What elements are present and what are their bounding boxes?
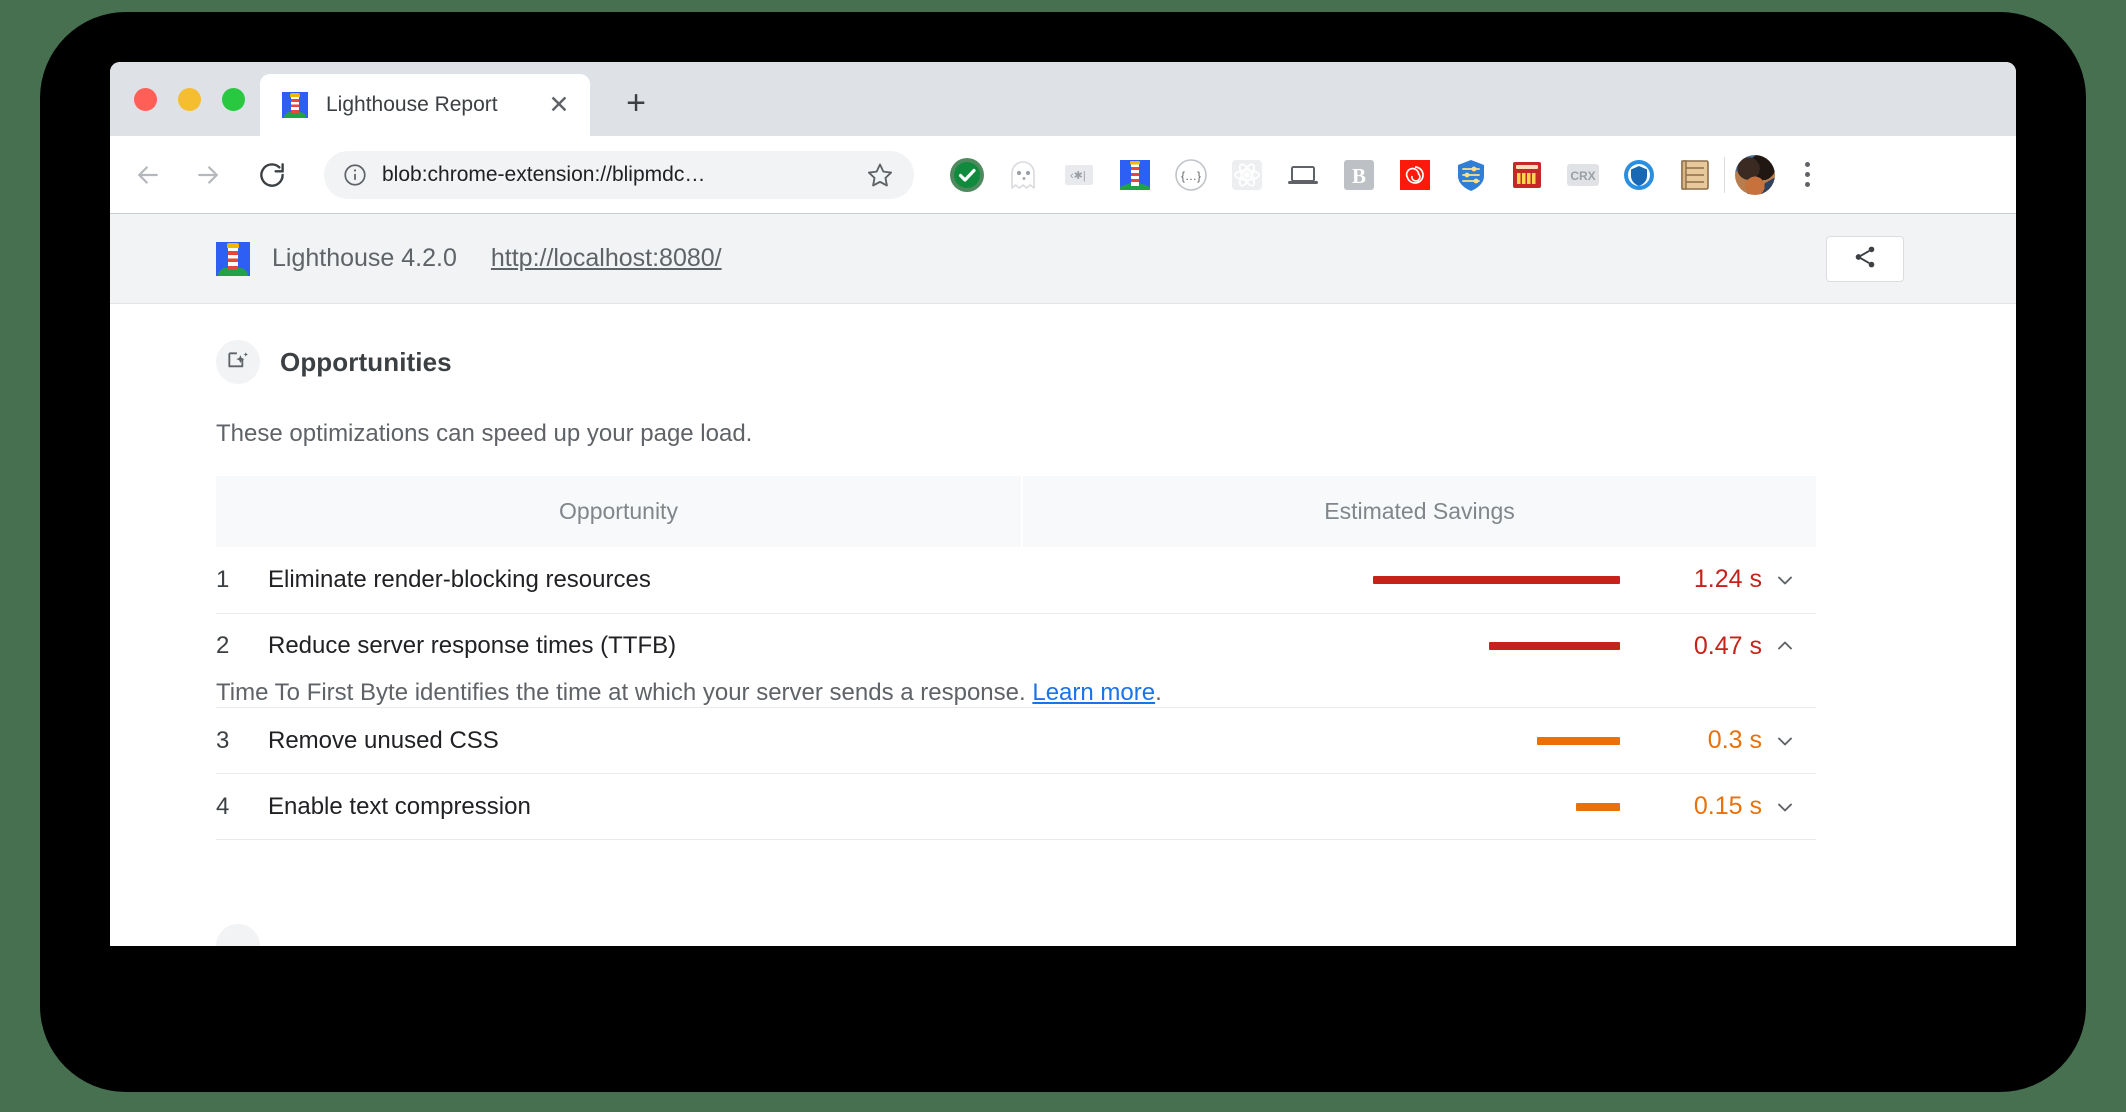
chevron-down-icon[interactable] [1762,568,1808,592]
opportunity-description: Time To First Byte identifies the time a… [216,679,1816,708]
forward-arrow-icon[interactable] [186,153,230,197]
abacus-extension-icon[interactable] [1508,156,1546,194]
savings-cell: 0.15 s [1022,773,1816,840]
description-text-end: . [1155,679,1162,706]
row-index: 4 [216,792,230,820]
address-bar-url[interactable]: blob:chrome-extension://blipmdc… [382,163,866,187]
ghost-extension-icon[interactable] [1004,156,1042,194]
savings-cell: 0.47 s [1022,613,1816,679]
new-tab-button[interactable]: + [618,86,654,122]
column-header-opportunity: Opportunity [216,476,1023,547]
info-circle-icon[interactable] [342,162,368,188]
section-description: These optimizations can speed up your pa… [216,420,753,447]
next-section-icon [216,924,260,946]
bookshelf-extension-icon[interactable] [1676,156,1714,194]
savings-value: 1.24 s [1693,565,1762,594]
table-header: Opportunity Estimated Savings [216,476,1816,547]
address-bar[interactable]: blob:chrome-extension://blipmdc… [324,150,914,199]
avatar[interactable] [1735,154,1775,195]
maximize-window-button[interactable] [222,88,245,111]
extension-icon-row: ‹✱| {…} B CRX [948,156,1714,194]
savings-bar [1537,736,1620,745]
table-row[interactable]: 2 Reduce server response times (TTFB) 0.47… [216,613,1816,679]
window-traffic-lights [134,88,245,111]
opportunities-sparkle-icon [216,340,260,384]
row-index: 2 [216,632,230,660]
lighthouse-extension-icon[interactable] [1116,156,1154,194]
learn-more-link[interactable]: Learn more [1032,679,1155,706]
reload-icon[interactable] [250,153,294,197]
green-check-extension-icon[interactable] [948,156,986,194]
section-header: Opportunities [216,304,1910,384]
svg-text:CRX: CRX [1570,169,1595,183]
savings-value: 0.15 s [1693,792,1762,820]
bookmark-star-icon[interactable] [866,161,894,189]
bold-b-extension-icon[interactable]: B [1340,156,1378,194]
savings-bar [1576,802,1620,811]
share-button[interactable] [1826,236,1904,282]
chrome-menu-icon[interactable] [1791,162,1823,187]
table-row-description: Time To First Byte identifies the time a… [216,679,1816,708]
close-icon[interactable]: ✕ [546,92,572,118]
row-index: 1 [216,565,230,593]
opportunity-title: Enable text compression [268,792,531,820]
opportunity-cell: 3 Remove unused CSS [216,707,1022,774]
table-row[interactable]: 3 Remove unused CSS 0.3 s [216,707,1816,774]
back-arrow-icon[interactable] [126,153,170,197]
savings-cell: 1.24 s [1022,547,1816,614]
lighthouse-version-label: Lighthouse 4.2.0 [272,244,457,272]
description-text: Time To First Byte identifies the time a… [216,679,1033,706]
table-row[interactable]: 4 Enable text compression 0.15 s [216,773,1816,840]
tab-lighthouse-report[interactable]: Lighthouse Report ✕ [260,74,590,136]
browser-window: Lighthouse Report ✕ + blob:chrome-extens… [110,62,2016,946]
shield-settings-extension-icon[interactable] [1452,156,1490,194]
crx-extension-icon[interactable]: CRX [1564,156,1602,194]
savings-cell: 0.3 s [1022,707,1816,774]
browser-toolbar: blob:chrome-extension://blipmdc… ‹✱| {…} [110,136,2016,214]
savings-bar [1373,575,1620,584]
savings-value: 0.47 s [1693,631,1762,660]
toolbar-divider [1724,156,1725,193]
page-title: Opportunities [280,346,452,377]
laptop-extension-icon[interactable] [1284,156,1322,194]
table-body: 1 Eliminate render-blocking resources 1.24… [216,547,1816,840]
opportunity-cell: 4 Enable text compression [216,773,1022,840]
column-header-estimated-savings: Estimated Savings [1022,476,1816,547]
report-body: Opportunities These optimizations can sp… [110,304,2016,946]
svg-text:‹✱|: ‹✱| [1070,170,1086,182]
keyboard-shortcut-extension-icon[interactable]: ‹✱| [1060,156,1098,194]
svg-text:{…}: {…} [1181,169,1201,183]
chevron-up-icon[interactable] [1762,634,1808,658]
savings-value: 0.3 s [1707,726,1762,754]
chevron-down-icon[interactable] [1762,795,1808,819]
lighthouse-icon [216,241,250,276]
lighthouse-icon [282,92,308,118]
opportunity-title: Remove unused CSS [268,726,499,754]
react-devtools-extension-icon[interactable] [1228,156,1266,194]
svg-text:B: B [1352,164,1366,188]
spiral-red-extension-icon[interactable] [1396,156,1434,194]
opportunity-title: Eliminate render-blocking resources [268,565,651,593]
braces-extension-icon[interactable]: {…} [1172,156,1210,194]
row-index: 3 [216,726,230,754]
close-window-button[interactable] [134,88,157,111]
opportunity-cell: 1 Eliminate render-blocking resources [216,547,1022,614]
lighthouse-report-header: Lighthouse 4.2.0 http://localhost:8080/ [110,214,2016,304]
opportunities-table: Opportunity Estimated Savings 1 Eliminate… [216,476,1816,840]
blue-shield-extension-icon[interactable] [1620,156,1658,194]
opportunity-title: Reduce server response times (TTFB) [268,632,677,660]
opportunity-cell: 2 Reduce server response times (TTFB) [216,613,1022,679]
minimize-window-button[interactable] [178,88,201,111]
tab-strip: Lighthouse Report ✕ + [110,62,2016,136]
share-icon [1852,244,1878,275]
savings-bar [1489,642,1620,651]
tab-title: Lighthouse Report [326,93,498,116]
table-row[interactable]: 1 Eliminate render-blocking resources 1.24… [216,547,1816,614]
chevron-down-icon[interactable] [1762,729,1808,753]
audited-url-link[interactable]: http://localhost:8080/ [491,244,722,273]
